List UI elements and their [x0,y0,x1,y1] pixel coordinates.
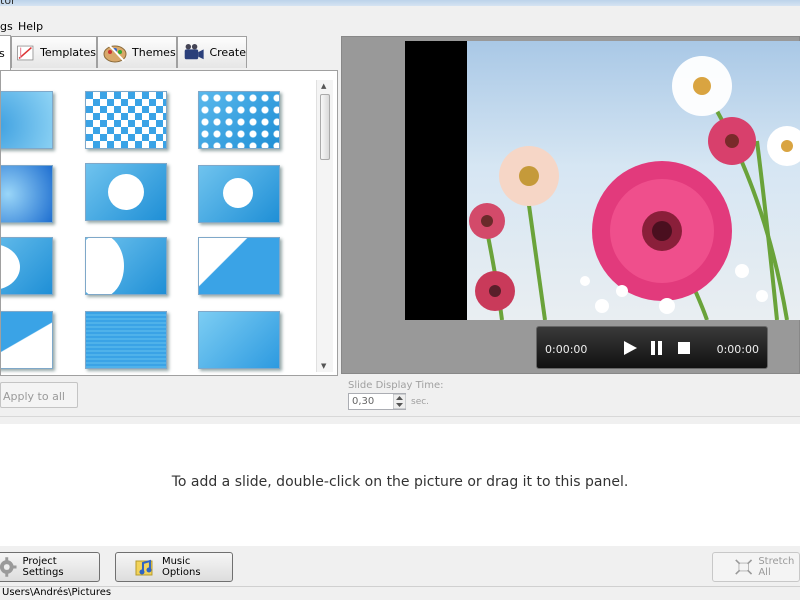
tab-themes-label: Themes [132,46,176,59]
stretch-all-button[interactable]: Stretch All [712,552,800,582]
transition-thumb[interactable] [85,237,167,295]
transition-thumb[interactable] [1,91,53,149]
slide-panel[interactable]: To add a slide, double-click on the pict… [0,424,800,546]
play-icon[interactable] [621,339,639,357]
menu-bar: gs Help [0,6,800,34]
transition-thumb[interactable] [85,311,167,369]
menu-help[interactable]: Help [18,20,43,33]
transitions-scrollbar[interactable]: ▲ ▼ [316,80,333,372]
music-note-icon [135,559,153,576]
preview-image [405,41,800,320]
transition-thumb[interactable] [1,165,53,223]
stretch-all-label: Stretch All [758,556,795,578]
tab-transitions[interactable]: s [0,35,11,70]
scroll-down-icon[interactable]: ▼ [321,362,326,370]
transition-thumb[interactable] [1,237,53,295]
scroll-up-icon[interactable]: ▲ [321,82,326,90]
camera-icon [184,43,204,59]
gear-icon [0,557,17,577]
stop-icon[interactable] [675,339,693,357]
palette-icon [103,42,127,62]
slide-time-label: Slide Display Time: [348,380,444,391]
bottom-toolbar: Project Settings Music Options Stretch A… [0,546,800,586]
slide-panel-hint: To add a slide, double-click on the pict… [171,474,629,490]
music-options-label: Music Options [161,556,201,578]
total-time: 0:00:00 [716,343,759,356]
flower-photo [469,56,800,320]
slide-time-unit: sec. [411,397,430,407]
tab-create-label: Create [209,46,246,59]
apply-to-all-button[interactable]: Apply to all [0,382,78,408]
project-settings-label: Project Settings [22,556,64,578]
tab-create[interactable]: Create [177,36,247,68]
project-settings-button[interactable]: Project Settings [0,552,100,582]
status-bar: Users\Andrés\Pictures [0,586,800,600]
transition-thumb[interactable] [198,165,280,223]
transition-thumb[interactable] [198,91,280,149]
transition-thumb[interactable] [198,311,280,369]
current-path: Users\Andrés\Pictures [2,587,112,598]
music-options-button[interactable]: Music Options [115,552,233,582]
tab-templates-label: Templates [40,46,96,59]
transition-thumb[interactable] [198,237,280,295]
transition-thumb[interactable] [1,311,53,369]
media-player: 0:00:00 0:00:00 [536,326,768,369]
templates-icon [17,45,34,60]
panel-divider[interactable] [0,416,800,417]
transition-thumb[interactable] [85,91,167,149]
menu-settings[interactable]: gs [0,20,13,33]
slide-time-spinner[interactable] [393,394,406,409]
stretch-icon [735,559,753,575]
scroll-thumb[interactable] [320,94,330,160]
tab-transitions-label: s [0,46,5,60]
transition-thumb-selected[interactable] [85,163,167,221]
tab-templates[interactable]: Templates [11,36,97,68]
current-time: 0:00:00 [545,343,588,356]
transitions-grid [0,70,338,376]
tab-themes[interactable]: Themes [97,36,177,68]
pause-icon[interactable] [648,339,666,357]
